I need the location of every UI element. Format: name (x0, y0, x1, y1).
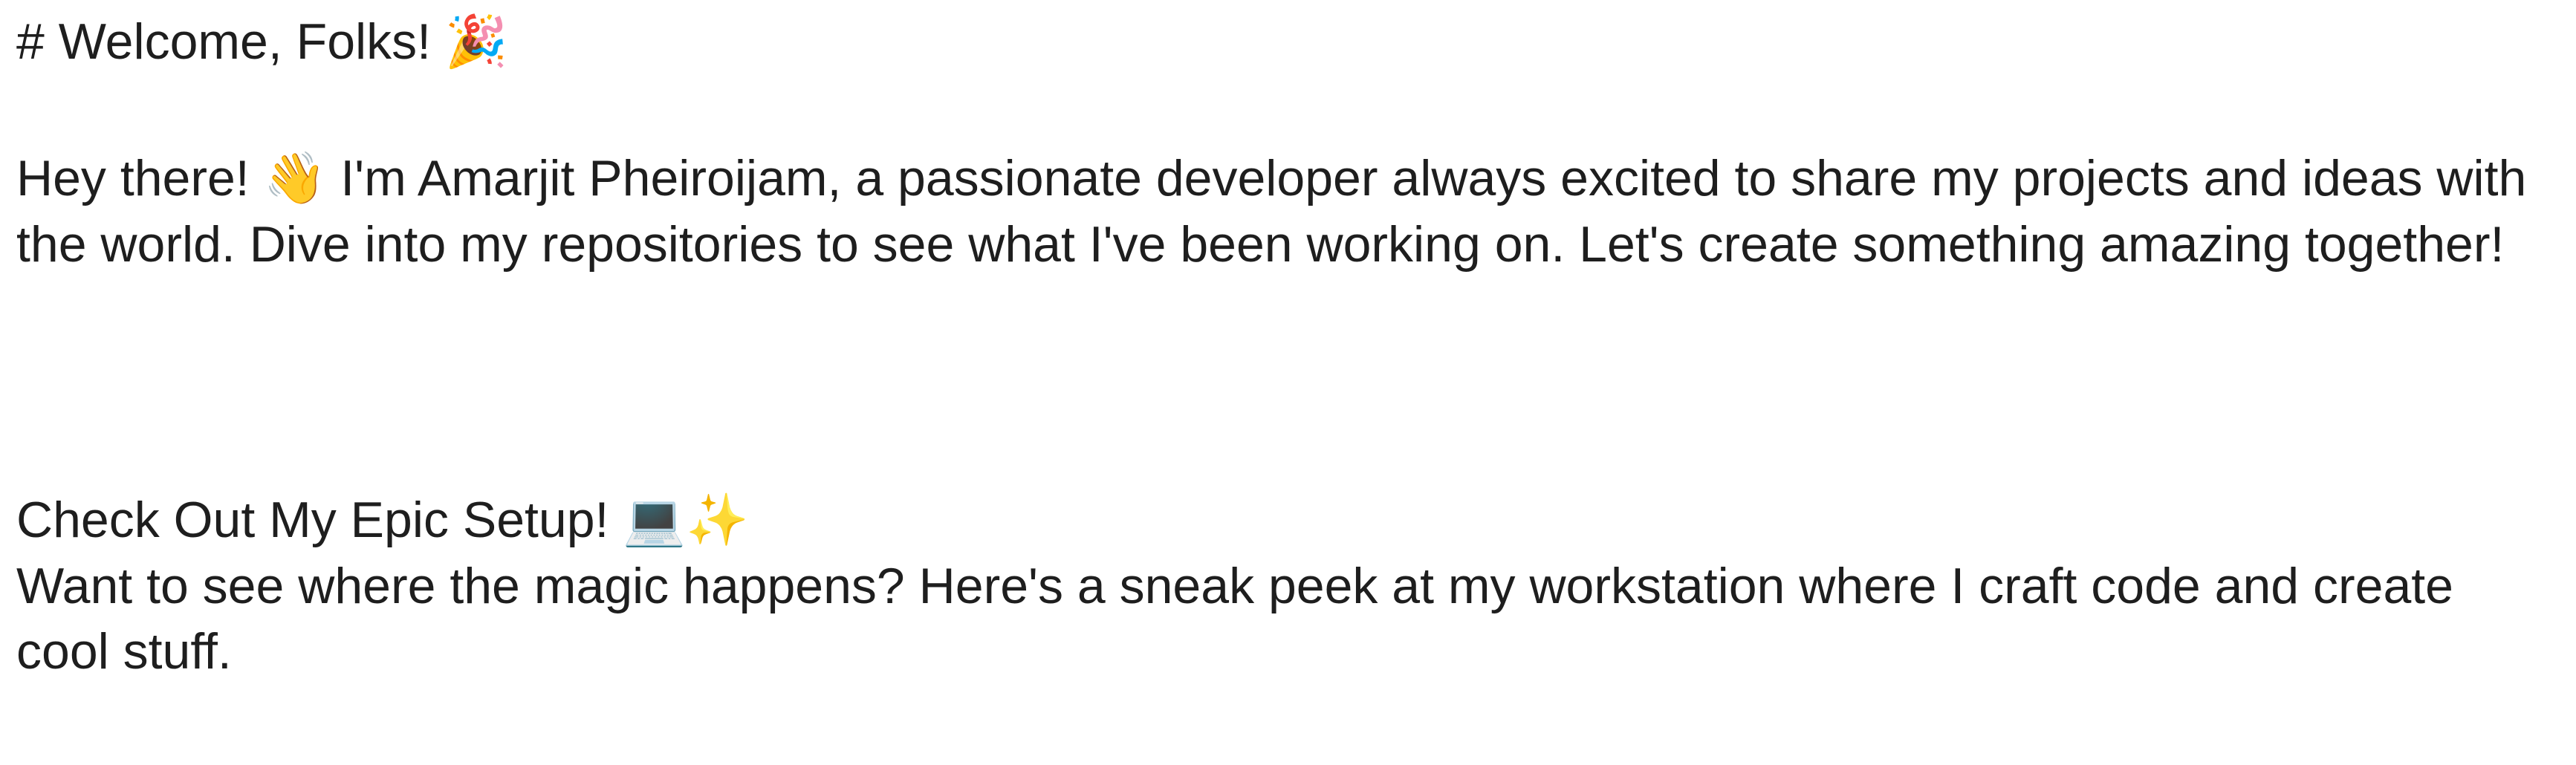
welcome-heading: # Welcome, Folks! 🎉 (16, 9, 2561, 75)
setup-section: Check Out My Epic Setup! 💻✨ Want to see … (16, 487, 2557, 684)
party-popper-icon: 🎉 (444, 13, 508, 71)
setup-heading: Check Out My Epic Setup! (16, 492, 609, 548)
intro-greeting: Hey there! (16, 150, 250, 206)
intro-text: I'm Amarjit Pheiroijam, a passionate dev… (16, 150, 2527, 273)
setup-body: Want to see where the magic happens? Her… (16, 558, 2453, 680)
laptop-sparkles-icon: 💻✨ (623, 491, 749, 550)
welcome-title-text: # Welcome, Folks! (16, 13, 432, 70)
waving-hand-icon: 👋 (263, 149, 327, 208)
intro-paragraph: Hey there! 👋 I'm Amarjit Pheiroijam, a p… (16, 146, 2557, 277)
